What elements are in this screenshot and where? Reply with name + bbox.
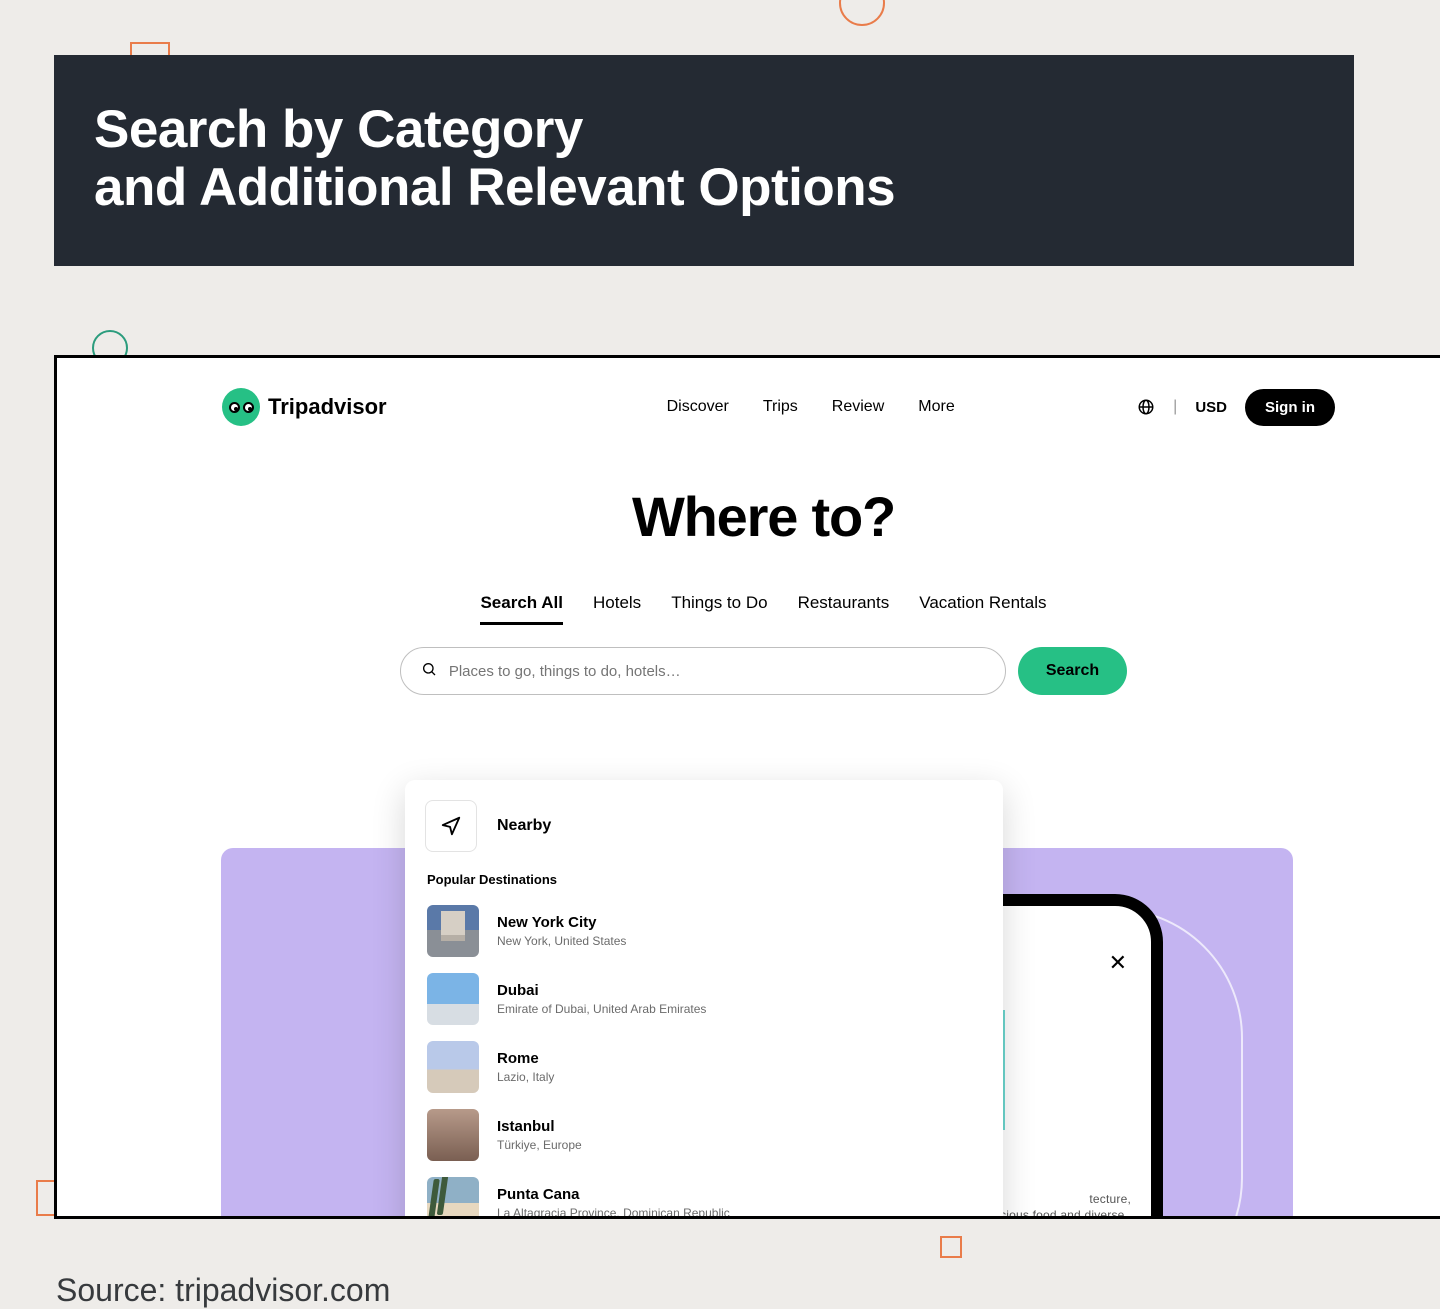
destination-thumb-icon: [427, 1177, 479, 1219]
slide-title-line1: Search by Category: [94, 100, 583, 159]
destination-thumb-icon: [427, 973, 479, 1025]
destination-subtitle: Lazio, Italy: [497, 1070, 554, 1084]
slide-title-line2: and Additional Relevant Options: [94, 158, 895, 217]
tab-hotels[interactable]: Hotels: [593, 593, 641, 625]
destination-thumb-icon: [427, 1041, 479, 1093]
decorative-circle: [839, 0, 885, 26]
search-category-tabs: Search All Hotels Things to Do Restauran…: [57, 593, 1440, 625]
destination-subtitle: La Altagracia Province, Dominican Republ…: [497, 1206, 730, 1219]
search-input[interactable]: [449, 663, 985, 680]
tab-search-all[interactable]: Search All: [480, 593, 563, 625]
suggestion-destination[interactable]: Istanbul Türkiye, Europe: [425, 1101, 983, 1169]
nav-trips[interactable]: Trips: [763, 398, 798, 416]
destination-subtitle: Emirate of Dubai, United Arab Emirates: [497, 1002, 706, 1016]
top-right-controls: | USD Sign in: [1137, 389, 1335, 426]
suggestion-destination[interactable]: Rome Lazio, Italy: [425, 1033, 983, 1101]
destination-subtitle: Türkiye, Europe: [497, 1138, 582, 1152]
source-caption: Source: tripadvisor.com: [56, 1272, 390, 1309]
suggestions-section-title: Popular Destinations: [427, 872, 983, 887]
nav-discover[interactable]: Discover: [667, 398, 729, 416]
primary-nav: Discover Trips Review More: [667, 398, 955, 416]
search-icon: [421, 661, 437, 682]
close-icon[interactable]: ✕: [1109, 950, 1127, 976]
tab-things-to-do[interactable]: Things to Do: [671, 593, 767, 625]
search-row: Search: [57, 647, 1440, 695]
destination-name: Dubai: [497, 982, 706, 1000]
nearby-icon: [425, 800, 477, 852]
globe-icon[interactable]: [1137, 398, 1155, 416]
tab-restaurants[interactable]: Restaurants: [798, 593, 890, 625]
tripadvisor-logo-icon: [222, 388, 260, 426]
search-button[interactable]: Search: [1018, 647, 1127, 695]
suggestion-destination[interactable]: Punta Cana La Altagracia Province, Domin…: [425, 1169, 983, 1219]
suggestion-destination[interactable]: Dubai Emirate of Dubai, United Arab Emir…: [425, 965, 983, 1033]
divider: |: [1173, 398, 1177, 416]
destination-subtitle: New York, United States: [497, 934, 626, 948]
suggestion-nearby[interactable]: Nearby: [425, 800, 983, 852]
brand[interactable]: Tripadvisor: [222, 388, 387, 426]
nav-more[interactable]: More: [918, 398, 954, 416]
nearby-label: Nearby: [497, 817, 551, 835]
search-suggestions-dropdown: Nearby Popular Destinations New York Cit…: [405, 780, 1003, 1219]
screenshot-frame: Tripadvisor Discover Trips Review More |…: [54, 355, 1440, 1219]
tab-vacation-rentals[interactable]: Vacation Rentals: [919, 593, 1046, 625]
suggestion-destination[interactable]: New York City New York, United States: [425, 897, 983, 965]
brand-name: Tripadvisor: [268, 394, 387, 420]
destination-name: Punta Cana: [497, 1186, 730, 1204]
destination-name: Istanbul: [497, 1118, 582, 1136]
nav-review[interactable]: Review: [832, 398, 884, 416]
destination-thumb-icon: [427, 1109, 479, 1161]
top-bar: Tripadvisor Discover Trips Review More |…: [57, 358, 1440, 426]
sign-in-button[interactable]: Sign in: [1245, 389, 1335, 426]
decorative-square: [940, 1236, 962, 1258]
destination-name: Rome: [497, 1050, 554, 1068]
currency-selector[interactable]: USD: [1195, 399, 1227, 416]
page-headline: Where to?: [57, 484, 1440, 549]
destination-name: New York City: [497, 914, 626, 932]
search-box[interactable]: [400, 647, 1006, 695]
destination-thumb-icon: [427, 905, 479, 957]
slide-title: Search by Category and Additional Releva…: [94, 101, 1314, 218]
slide-title-card: Search by Category and Additional Releva…: [54, 55, 1354, 266]
